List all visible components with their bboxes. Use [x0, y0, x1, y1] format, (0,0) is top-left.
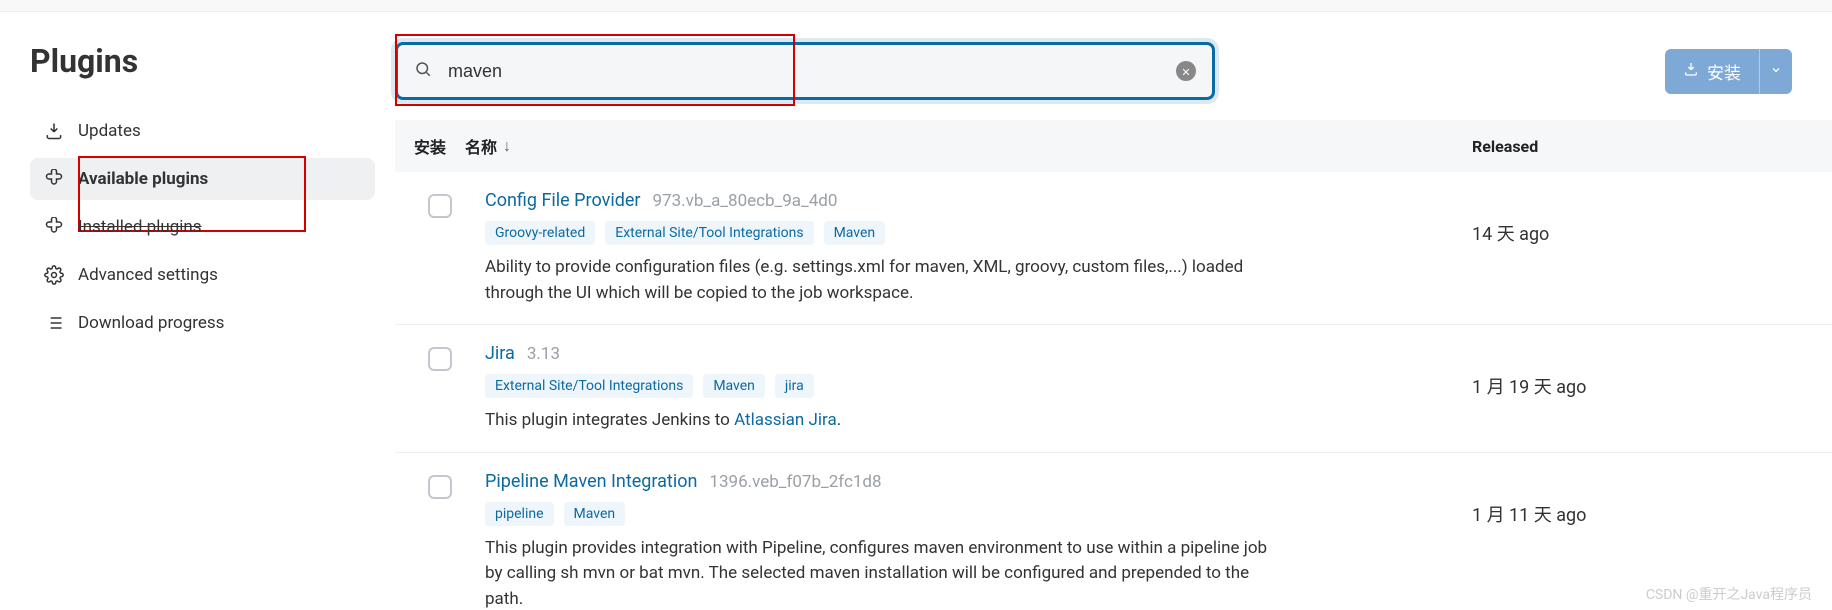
table-row: Pipeline Maven Integration 1396.veb_f07b_…: [395, 453, 1832, 610]
column-install[interactable]: 安装: [395, 134, 465, 158]
plugin-tag[interactable]: pipeline: [485, 502, 554, 526]
install-dropdown-button[interactable]: [1759, 49, 1792, 94]
plugin-tag[interactable]: Maven: [564, 502, 626, 526]
plugin-tag[interactable]: jira: [775, 374, 814, 398]
sidebar-item-label: Available plugins: [78, 169, 208, 189]
plugin-version: 973.vb_a_80ecb_9a_4d0: [653, 191, 838, 211]
sidebar-item-label: Download progress: [78, 313, 224, 333]
plugin-icon: [44, 169, 64, 189]
plugin-name-link[interactable]: Config File Provider: [485, 190, 641, 211]
clear-search-button[interactable]: [1176, 61, 1196, 81]
download-icon: [1683, 61, 1699, 82]
chevron-down-icon: [1770, 64, 1782, 79]
plugin-description: Ability to provide configuration files (…: [485, 255, 1275, 306]
plugin-tag[interactable]: Maven: [703, 374, 765, 398]
plugin-tag[interactable]: Maven: [824, 221, 886, 245]
plugin-description: This plugin integrates Jenkins to Atlass…: [485, 408, 1275, 434]
sort-down-icon: ↓: [503, 136, 511, 156]
close-icon: [1181, 62, 1191, 81]
search-icon: [414, 60, 448, 82]
table-row: Config File Provider 973.vb_a_80ecb_9a_4d…: [395, 172, 1832, 325]
sidebar-item-label: Advanced settings: [78, 265, 218, 285]
plugin-tag[interactable]: Groovy-related: [485, 221, 595, 245]
plugin-description-link[interactable]: Atlassian Jira: [734, 410, 837, 430]
plugin-name-link[interactable]: Pipeline Maven Integration: [485, 471, 697, 492]
column-name[interactable]: 名称 ↓: [465, 134, 1472, 158]
page-title: Plugins: [30, 42, 375, 80]
sidebar-nav: Updates Available plugins Installed plug…: [30, 110, 375, 344]
plugin-tag[interactable]: External Site/Tool Integrations: [605, 221, 813, 245]
sidebar-item-download-progress[interactable]: Download progress: [30, 302, 375, 344]
column-released[interactable]: Released: [1472, 137, 1832, 156]
plugin-released: 1 月 11 天 ago: [1472, 471, 1832, 527]
plugin-version: 3.13: [527, 344, 560, 364]
plugin-checkbox[interactable]: [428, 194, 452, 218]
install-button-label: 安装: [1707, 59, 1741, 84]
plugin-checkbox[interactable]: [428, 347, 452, 371]
search-input[interactable]: [448, 61, 1176, 82]
install-button[interactable]: 安装: [1665, 49, 1759, 94]
plugin-icon: [44, 217, 64, 237]
plugin-released: 14 天 ago: [1472, 190, 1832, 246]
sidebar-item-updates[interactable]: Updates: [30, 110, 375, 152]
plugin-version: 1396.veb_f07b_2fc1d8: [709, 472, 881, 492]
plugin-released: 1 月 19 天 ago: [1472, 343, 1832, 399]
table-row: Jira 3.13 External Site/Tool Integrations M…: [395, 325, 1832, 453]
list-icon: [44, 313, 64, 333]
sidebar-item-installed-plugins[interactable]: Installed plugins: [30, 206, 375, 248]
gear-icon: [44, 265, 64, 285]
sidebar-item-label: Installed plugins: [78, 217, 202, 237]
table-header: 安装 名称 ↓ Released: [395, 120, 1832, 172]
plugin-tag[interactable]: External Site/Tool Integrations: [485, 374, 693, 398]
sidebar-item-advanced-settings[interactable]: Advanced settings: [30, 254, 375, 296]
sidebar-item-label: Updates: [78, 121, 141, 141]
watermark: CSDN @重开之Java程序员: [1646, 584, 1812, 604]
download-icon: [44, 121, 64, 141]
search-box[interactable]: [395, 42, 1215, 100]
sidebar-item-available-plugins[interactable]: Available plugins: [30, 158, 375, 200]
plugin-checkbox[interactable]: [428, 475, 452, 499]
column-name-label: 名称: [465, 134, 497, 158]
plugin-name-link[interactable]: Jira: [485, 343, 515, 364]
plugin-description: This plugin provides integration with Pi…: [485, 536, 1275, 610]
